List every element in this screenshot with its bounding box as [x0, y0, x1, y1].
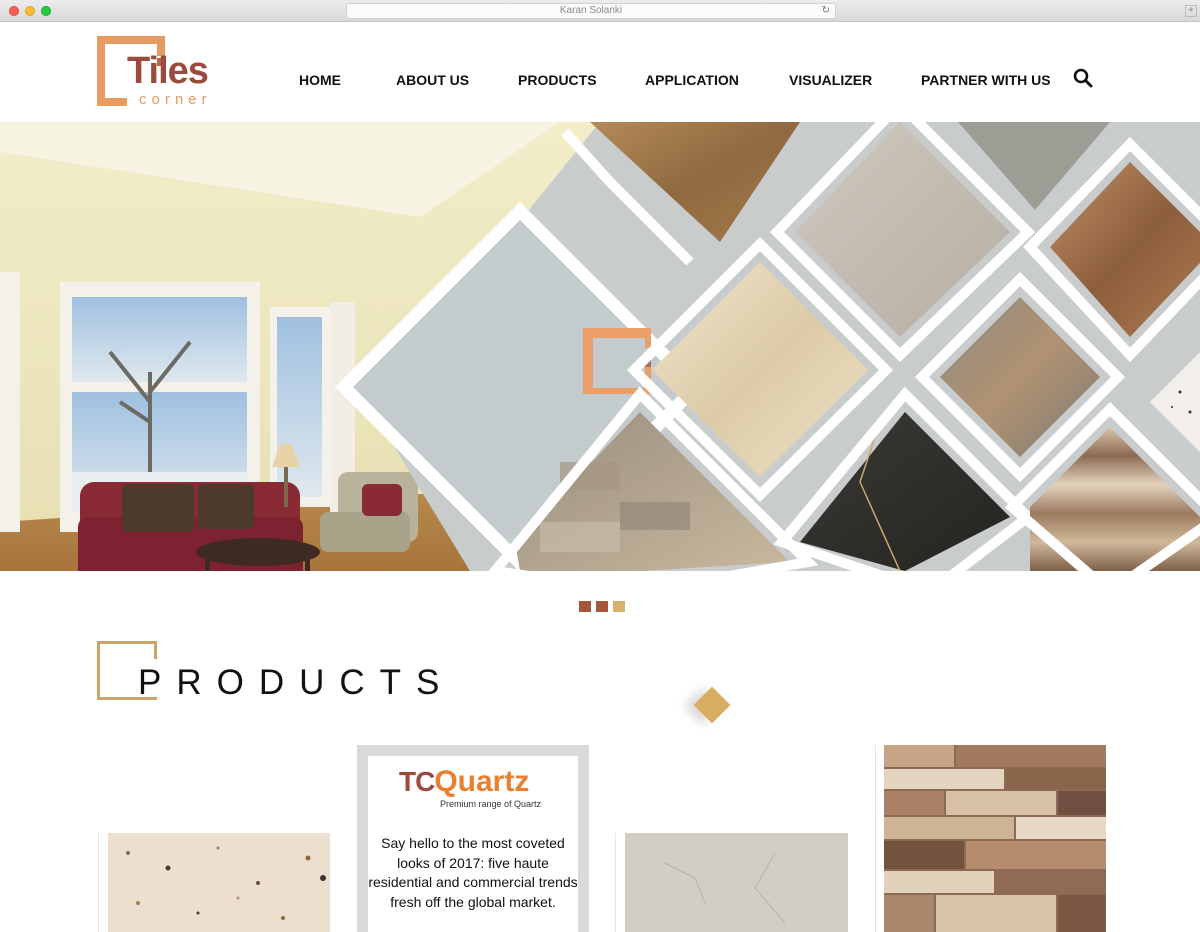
card-divider — [875, 745, 876, 932]
slider-dot-3[interactable] — [613, 601, 625, 612]
tc-quartz-card-body: TCQuartz Premium range of Quartz Say hel… — [368, 756, 578, 932]
page-title: Karan Solanki — [559, 5, 623, 16]
products-heading-frame-top — [97, 641, 157, 644]
decorative-diamond — [693, 686, 731, 724]
tc-quartz-tagline: Premium range of Quartz — [440, 799, 542, 809]
product-card-tc-quartz[interactable]: TCQuartz Premium range of Quartz Say hel… — [357, 745, 589, 932]
search-icon[interactable] — [1073, 68, 1093, 88]
nav-application[interactable]: APPLICATION — [645, 72, 739, 88]
slider-dot-2[interactable] — [596, 601, 608, 612]
product-card-terrazzo[interactable] — [108, 833, 330, 932]
hero-image — [0, 122, 1200, 571]
hero-banner — [0, 122, 1200, 571]
tc-quartz-description: Say hello to the most coveted looks of 2… — [368, 835, 578, 910]
products-heading: PRODUCTS — [138, 663, 455, 702]
tc-quartz-logo-quartz: Quartz — [434, 765, 530, 798]
tc-quartz-logo: TCQuartz — [399, 765, 529, 799]
card-divider — [98, 833, 99, 932]
nav-home[interactable]: HOME — [299, 72, 341, 88]
browser-chrome: Karan Solanki ↻ + — [0, 0, 1200, 22]
site-logo[interactable]: Tiles corner — [97, 36, 242, 108]
logo-text-sub: corner — [139, 91, 212, 108]
nav-products[interactable]: PRODUCTS — [518, 72, 597, 88]
products-heading-frame-tab — [154, 641, 157, 659]
nav-about-us[interactable]: ABOUT US — [396, 72, 469, 88]
product-card-stacked-stone[interactable] — [884, 745, 1106, 932]
product-card-grey-stone[interactable] — [625, 833, 848, 932]
logo-text-main: Tiles — [127, 50, 209, 92]
minimize-window-button[interactable] — [25, 6, 35, 16]
card-divider — [615, 833, 616, 932]
close-window-button[interactable] — [9, 6, 19, 16]
reload-icon[interactable]: ↻ — [822, 4, 830, 18]
new-tab-button[interactable]: + — [1185, 5, 1197, 17]
tc-quartz-logo-tc: TC — [399, 766, 435, 797]
window-controls — [9, 6, 51, 16]
address-bar[interactable]: Karan Solanki ↻ — [346, 3, 836, 19]
site-header: Tiles corner HOME ABOUT US PRODUCTS APPL… — [0, 23, 1200, 122]
nav-visualizer[interactable]: VISUALIZER — [789, 72, 872, 88]
zoom-window-button[interactable] — [41, 6, 51, 16]
slider-dot-1[interactable] — [579, 601, 591, 612]
nav-partner-with-us[interactable]: PARTNER WITH US — [921, 72, 1051, 88]
hero-slider-dots — [579, 601, 625, 612]
